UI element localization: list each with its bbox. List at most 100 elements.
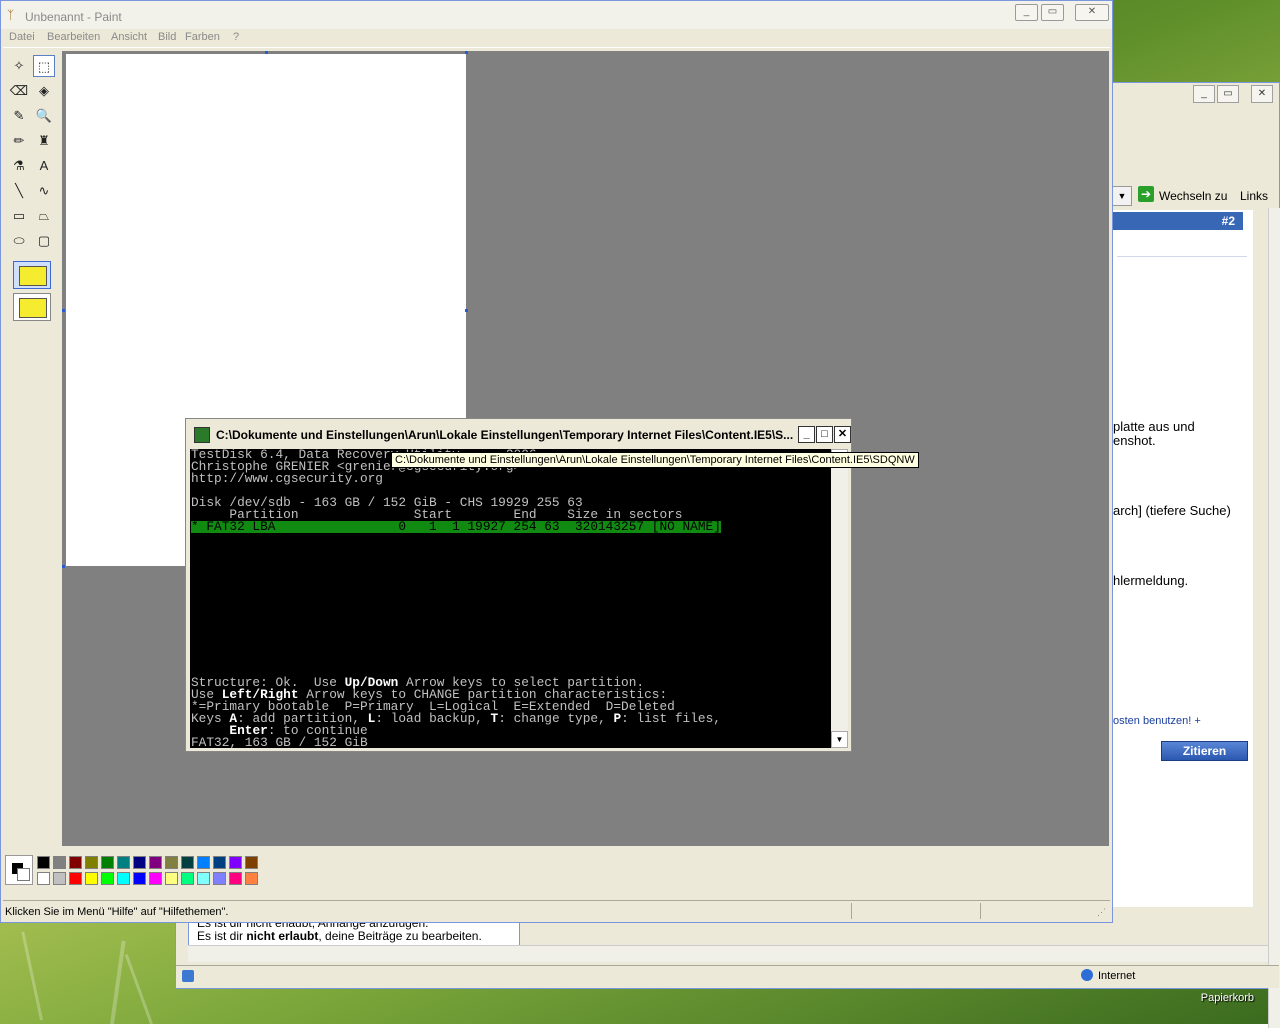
color-swatch[interactable] [69, 856, 82, 869]
color-swatch[interactable] [37, 872, 50, 885]
airbrush-icon[interactable]: ⚗ [8, 155, 30, 177]
globe-icon [1081, 969, 1093, 981]
scroll-down-icon[interactable]: ▼ [831, 731, 848, 748]
magnifier-icon[interactable]: 🔍 [33, 105, 55, 127]
ie-vertical-scrollbar[interactable] [1268, 208, 1280, 1028]
quote-button[interactable]: Zitieren [1161, 741, 1248, 761]
pencil-icon[interactable]: ✏ [8, 130, 30, 152]
color-picker-icon[interactable]: ✎ [8, 105, 30, 127]
console-scrollbar[interactable]: ▲ ▼ [831, 449, 848, 748]
toolbox: ✧ ⬚ ⌫ ◈ ✎ 🔍 ✏ ♜ ⚗ A ╲ ∿ ▭ ⏢ ⬭ ▢ [5, 51, 61, 851]
brush-icon[interactable]: ♜ [33, 130, 55, 152]
line-icon[interactable]: ╲ [8, 180, 30, 202]
color-swatch[interactable] [213, 872, 226, 885]
color-swatch[interactable] [149, 856, 162, 869]
color-swatch[interactable] [133, 856, 146, 869]
color-swatch[interactable] [53, 872, 66, 885]
restore-icon[interactable]: ▭ [1217, 85, 1239, 103]
paint-app-icon: ᛉ [7, 8, 15, 22]
minimize-icon[interactable]: _ [1015, 4, 1038, 21]
grass-blade [21, 931, 43, 1021]
paint-titlebar: ᛉ Unbenannt - Paint _ ▭ ✕ [1, 1, 1112, 29]
transparent-option-icon [19, 298, 47, 318]
go-button[interactable]: Wechseln zu [1159, 189, 1227, 203]
ellipse-icon[interactable]: ⬭ [8, 230, 30, 252]
rectangle-icon[interactable]: ▭ [8, 205, 30, 227]
resize-handle[interactable] [465, 51, 468, 54]
help-line-6: FAT32, 163 GB / 152 GiB [191, 735, 368, 748]
chevron-down-icon[interactable]: ▼ [1112, 186, 1132, 206]
color-swatch[interactable] [181, 872, 194, 885]
ie-statusbar: Internet [176, 965, 1279, 988]
menu-ansicht[interactable]: Ansicht [111, 31, 147, 43]
color-swatch[interactable] [117, 872, 130, 885]
post-text-4: hlermeldung. [1113, 573, 1189, 588]
rect-select-icon[interactable]: ⬚ [33, 55, 55, 77]
minimize-icon[interactable]: _ [1193, 85, 1215, 103]
tool-option-transparent[interactable] [13, 293, 51, 321]
post-text-3: arch] (tiefere Suche) [1113, 503, 1231, 518]
grass-blade [124, 953, 153, 1025]
resize-handle[interactable] [265, 51, 268, 54]
color-swatch[interactable] [229, 856, 242, 869]
resize-handle[interactable] [62, 309, 65, 312]
color-swatch[interactable] [165, 856, 178, 869]
color-swatch[interactable] [245, 856, 258, 869]
post-link[interactable]: osten benutzen! + [1113, 715, 1201, 727]
recycle-bin-label[interactable]: Papierkorb [1201, 992, 1254, 1004]
color-swatch[interactable] [133, 872, 146, 885]
status-divider [851, 903, 852, 919]
menu-help[interactable]: ? [233, 31, 239, 43]
maximize-icon[interactable]: □ [816, 426, 833, 443]
maximize-icon[interactable]: ▭ [1041, 4, 1064, 21]
minimize-icon[interactable]: _ [798, 426, 815, 443]
color-swatch[interactable] [149, 872, 162, 885]
links-button[interactable]: Links [1240, 189, 1268, 203]
ie-horizontal-scrollbar[interactable] [188, 945, 1268, 962]
post-text-2: enshot. [1113, 433, 1156, 448]
menu-farben[interactable]: Farben [185, 31, 220, 43]
close-icon[interactable]: ✕ [1075, 4, 1109, 21]
curve-icon[interactable]: ∿ [33, 180, 55, 202]
current-colors[interactable] [5, 855, 33, 885]
permission-line-2: Es ist dir nicht erlaubt, deine Beiträge… [197, 929, 482, 943]
color-swatch[interactable] [85, 856, 98, 869]
text-icon[interactable]: A [33, 155, 55, 177]
resize-handle[interactable] [465, 309, 468, 312]
selected-partition-row[interactable]: * FAT32 LBA 0 1 1 19927 254 63 320143257… [191, 520, 721, 533]
color-swatch[interactable] [213, 856, 226, 869]
color-swatch[interactable] [37, 856, 50, 869]
help-key: P [613, 711, 622, 726]
ie-links-bar: ▼ ➔ Wechseln zu Links [1112, 184, 1280, 208]
color-swatch[interactable] [117, 856, 130, 869]
color-swatch[interactable] [53, 856, 66, 869]
fill-bucket-icon[interactable]: ◈ [33, 80, 55, 102]
resize-handle[interactable] [62, 565, 65, 568]
menu-datei[interactable]: Datei [9, 31, 35, 43]
color-swatch[interactable] [69, 872, 82, 885]
color-swatch[interactable] [197, 872, 210, 885]
console-line: http://www.cgsecurity.org [191, 471, 383, 486]
close-icon[interactable]: ✕ [1251, 85, 1273, 103]
color-swatch[interactable] [181, 856, 194, 869]
close-icon[interactable]: ✕ [834, 426, 851, 443]
color-swatch[interactable] [229, 872, 242, 885]
polygon-icon[interactable]: ⏢ [33, 205, 55, 227]
menu-bearbeiten[interactable]: Bearbeiten [47, 31, 100, 43]
color-swatch[interactable] [165, 872, 178, 885]
grass-blade [110, 940, 126, 1025]
color-swatch[interactable] [245, 872, 258, 885]
free-select-icon[interactable]: ✧ [8, 55, 30, 77]
console-screen[interactable]: TestDisk 6.4, Data Recovery Utility, ...… [190, 449, 831, 748]
console-title: C:\Dokumente und Einstellungen\Arun\Loka… [216, 428, 794, 442]
go-arrow-icon[interactable]: ➔ [1138, 186, 1154, 202]
rounded-rect-icon[interactable]: ▢ [33, 230, 55, 252]
color-swatch[interactable] [101, 856, 114, 869]
resize-grip-icon[interactable]: ⋰ [1097, 907, 1106, 918]
eraser-icon[interactable]: ⌫ [8, 80, 30, 102]
color-swatch[interactable] [197, 856, 210, 869]
menu-bild[interactable]: Bild [158, 31, 176, 43]
tool-option-opaque[interactable] [13, 261, 51, 289]
color-swatch[interactable] [101, 872, 114, 885]
color-swatch[interactable] [85, 872, 98, 885]
